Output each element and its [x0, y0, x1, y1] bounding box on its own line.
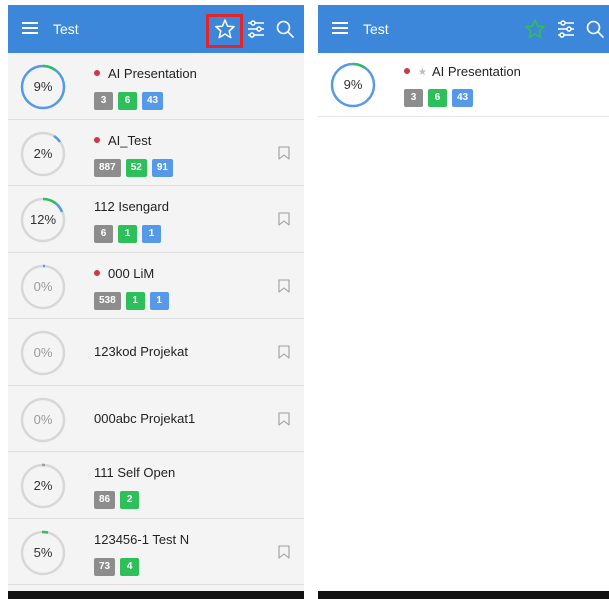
count-badge-green: 4 [120, 557, 140, 576]
count-badge-gray: 3 [404, 89, 423, 107]
count-badge-blue: 1 [142, 225, 161, 243]
star-icon[interactable] [213, 17, 237, 41]
progress-percent: 0% [33, 278, 53, 294]
app-bar: Test [318, 5, 609, 53]
system-nav-bar [318, 591, 609, 599]
search-icon[interactable] [273, 17, 297, 41]
menu-icon[interactable] [332, 22, 348, 35]
project-row[interactable]: 9% ★ AI Presentation 3 6 43 [318, 53, 609, 117]
count-badge-green: 6 [428, 89, 447, 107]
right-screen: Test 9% ★ AI Presentation 3 6 43 [318, 5, 609, 599]
count-badge-green: 6 [118, 92, 137, 110]
project-name: 000abc Projekat1 [94, 410, 196, 426]
badge-group: 611 [94, 223, 166, 243]
count-badge-green: 52 [125, 158, 147, 177]
progress-percent: 5% [33, 544, 53, 560]
project-name: 123456-1 Test N [94, 531, 190, 547]
progress-ring: 0% [20, 264, 66, 310]
project-row[interactable]: 5% 123456-1 Test N 73 4 [8, 518, 304, 585]
status-dot [94, 136, 100, 143]
project-list: 9% ★ AI Presentation 3 6 43 [318, 53, 609, 117]
progress-percent: 9% [343, 77, 363, 92]
project-name: AI_Test [94, 133, 151, 148]
progress-percent: 2% [33, 145, 53, 161]
project-list: 9% AI Presentation 3 6 43 2% AI_Test 887 52… [8, 53, 304, 585]
progress-ring: 9% [330, 62, 376, 108]
app-title: Test [363, 21, 389, 37]
count-badge-green: 1 [118, 225, 137, 243]
progress-percent: 12% [29, 212, 57, 227]
bookmark-icon[interactable] [278, 411, 290, 426]
count-badge-gray: 538 [94, 291, 121, 310]
badge-group: 887 52 91 [94, 157, 178, 177]
badge-group: 3 6 43 [404, 87, 478, 107]
badge-group: 538 1 1 [94, 290, 174, 310]
project-name: AI Presentation [94, 66, 197, 81]
filter-icon[interactable] [554, 17, 578, 41]
count-badge-gray: 73 [94, 557, 116, 576]
progress-ring: 0% [20, 397, 66, 443]
bookmark-icon[interactable] [278, 212, 290, 226]
filter-icon[interactable] [244, 17, 268, 41]
progress-percent: 2% [33, 478, 53, 493]
count-badge-green: 1 [125, 291, 145, 310]
favorite-star-icon: ★ [418, 67, 427, 78]
badge-group: 3 6 43 [94, 90, 168, 110]
left-screen: Test 9% AI Presentation 3 6 43 2% AI_Tes… [8, 5, 304, 599]
app-title: Test [53, 21, 79, 37]
progress-percent: 0% [33, 345, 53, 360]
badge-group: 73 4 [94, 556, 144, 576]
bookmark-icon[interactable] [278, 544, 290, 559]
count-badge-gray: 6 [94, 225, 113, 243]
status-dot [404, 68, 410, 74]
search-icon[interactable] [583, 17, 607, 41]
status-dot [94, 70, 100, 76]
project-name: 111 Self Open [94, 465, 176, 480]
count-badge-gray: 3 [94, 92, 113, 110]
count-badge-gray: 86 [94, 491, 116, 509]
count-badge-gray: 887 [94, 158, 121, 177]
progress-ring: 5% [20, 530, 66, 576]
bookmark-icon[interactable] [278, 145, 290, 160]
app-bar: Test [8, 5, 304, 53]
project-name: 123kod Projekat [94, 344, 188, 359]
progress-ring: 12% [20, 197, 66, 243]
count-badge-green: 2 [120, 491, 140, 509]
count-badge-blue: 43 [142, 92, 164, 110]
progress-percent: 9% [33, 79, 53, 94]
progress-ring: 9% [20, 64, 66, 110]
project-row[interactable]: 2% 111 Self Open 86 2 [8, 452, 304, 519]
project-row[interactable]: 2% AI_Test 887 52 91 [8, 119, 304, 186]
progress-ring: 0% [20, 330, 66, 376]
count-badge-blue: 91 [151, 158, 173, 177]
progress-percent: 0% [33, 411, 53, 427]
project-name: 000 LiM [94, 266, 154, 281]
menu-icon[interactable] [22, 22, 38, 35]
count-badge-blue: 43 [452, 89, 474, 107]
progress-ring: 2% [20, 131, 66, 177]
project-name-text: AI Presentation [431, 64, 521, 79]
count-badge-blue: 1 [149, 291, 169, 310]
project-name: 112 Isengard [94, 199, 169, 214]
progress-ring: 2% [20, 463, 66, 509]
bookmark-icon[interactable] [278, 278, 290, 293]
project-row[interactable]: 9% AI Presentation 3 6 43 [8, 53, 304, 120]
project-row[interactable]: 0% 000 LiM 538 1 1 [8, 252, 304, 319]
bookmark-icon[interactable] [278, 345, 290, 359]
star-icon[interactable] [523, 17, 547, 41]
project-row[interactable]: 0% 000abc Projekat1 [8, 385, 304, 452]
project-name-text: AI Presentation [108, 66, 197, 81]
status-dot [94, 269, 100, 276]
project-row[interactable]: 12% 112 Isengard 611 [8, 186, 304, 253]
project-row[interactable]: 0% 123kod Projekat [8, 319, 304, 386]
badge-group: 86 2 [94, 489, 144, 509]
project-name: ★ AI Presentation [404, 64, 521, 79]
system-nav-bar [8, 591, 304, 599]
project-name-text: AI_Test [108, 132, 152, 148]
project-name-text: 000 LiM [108, 265, 155, 281]
